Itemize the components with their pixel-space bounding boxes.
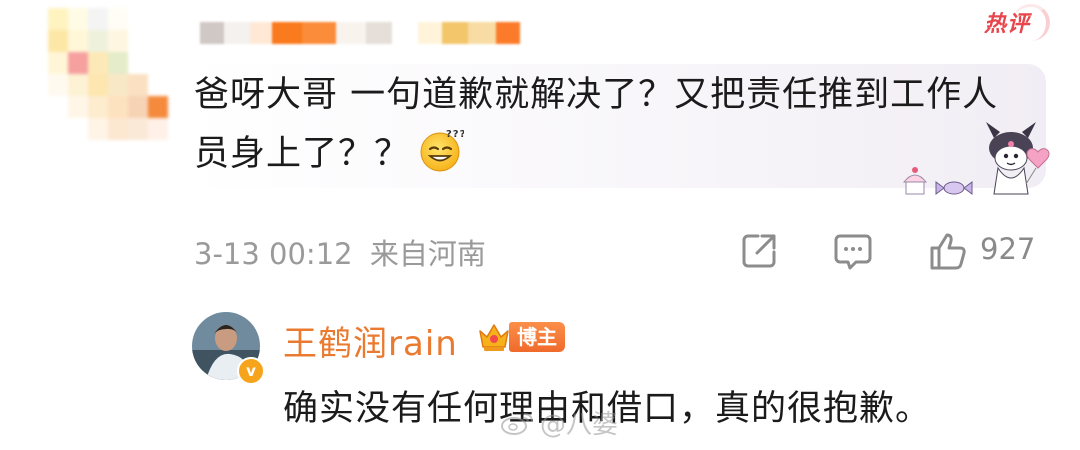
- commenter-name-blurred[interactable]: [200, 12, 540, 54]
- sticker-decoration: [902, 122, 1050, 195]
- comment-meta: 3-13 00:12 来自河南: [194, 231, 486, 273]
- weibo-watermark: @八婆: [500, 404, 618, 441]
- candy-icon: [935, 181, 973, 195]
- svg-text:???: ???: [446, 129, 464, 140]
- emoji-sweat-icon: ???: [418, 127, 465, 173]
- hot-swoosh-decoration: [1012, 4, 1050, 41]
- cupcake-icon: [902, 167, 928, 195]
- comment-text: 爸呀大哥 一句道歉就解决了？又把责任推到工作人员身上了？？: [194, 75, 999, 174]
- watermark-text: @八婆: [540, 410, 619, 440]
- verified-badge-icon: v: [237, 357, 265, 385]
- share-button[interactable]: [738, 230, 780, 276]
- comment-button[interactable]: [832, 230, 874, 276]
- comment-icon: [834, 234, 872, 270]
- hot-comment-badge: 热评: [984, 4, 1050, 41]
- comment-body: 爸呀大哥 一句道歉就解决了？又把责任推到工作人员身上了？？ ???: [194, 66, 1024, 184]
- like-button[interactable]: [926, 230, 968, 276]
- weibo-logo-icon: [501, 412, 533, 435]
- comment-location: 来自河南: [369, 237, 486, 271]
- commenter-avatar-blurred[interactable]: [48, 8, 168, 140]
- crown-icon: [479, 324, 509, 351]
- blogger-badge: 博主: [509, 322, 565, 352]
- reply-author-name[interactable]: 王鹤润rain: [283, 316, 458, 365]
- heart-balloon-icon: [1025, 148, 1050, 185]
- like-count: 927: [980, 232, 1036, 266]
- like-icon: [930, 233, 966, 270]
- share-icon: [742, 234, 776, 268]
- comment-time: 3-13 00:12: [194, 237, 353, 271]
